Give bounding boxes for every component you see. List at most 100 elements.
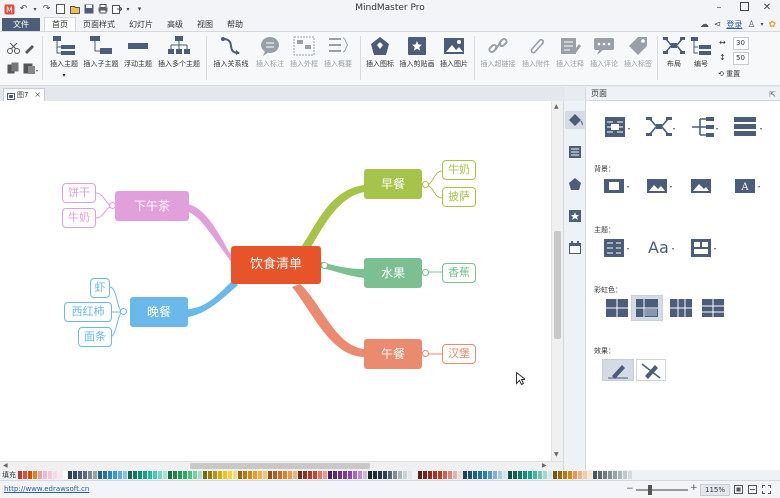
close-icon[interactable]: ✕ xyxy=(760,2,774,14)
afternoon-tea-collapse-icon[interactable] xyxy=(109,202,116,209)
color-swatch[interactable] xyxy=(448,471,452,479)
zoom-slider[interactable] xyxy=(636,485,688,495)
color-swatch[interactable] xyxy=(73,471,77,479)
copy-button[interactable] xyxy=(6,62,20,77)
scroll-up-icon[interactable]: ▲ xyxy=(554,103,559,110)
topic-dinner[interactable]: 晚餐 xyxy=(130,297,188,327)
color-swatch[interactable] xyxy=(533,471,537,479)
color-swatch[interactable] xyxy=(408,471,412,479)
mindmap-canvas[interactable]: 饮食清单 早餐 水果 午餐 下午茶 晚餐 牛奶 披萨 香蕉 汉堡 饼干 牛奶 虾… xyxy=(0,101,551,461)
color-swatch[interactable] xyxy=(78,471,82,479)
subtopic-shrimp[interactable]: 虾 xyxy=(90,278,110,298)
outline-tab[interactable] xyxy=(568,145,582,159)
color-swatch[interactable] xyxy=(198,471,202,479)
color-swatch[interactable] xyxy=(478,471,482,479)
color-swatch[interactable] xyxy=(18,471,22,479)
menu-home[interactable]: 首页 xyxy=(44,17,76,31)
color-swatch[interactable] xyxy=(488,471,492,479)
color-swatch[interactable] xyxy=(313,471,317,479)
background-option-4[interactable]: A xyxy=(734,177,764,197)
clipart-tab[interactable] xyxy=(568,209,582,223)
color-swatch[interactable] xyxy=(223,471,227,479)
color-swatch[interactable] xyxy=(373,471,377,479)
undo-dropdown-icon[interactable]: ▾ xyxy=(32,4,38,15)
color-swatch[interactable] xyxy=(323,471,327,479)
close-tab-icon[interactable]: × xyxy=(34,89,41,101)
layout-option-4[interactable] xyxy=(734,115,766,141)
color-swatch[interactable] xyxy=(338,471,342,479)
color-swatch[interactable] xyxy=(318,471,322,479)
color-swatch[interactable] xyxy=(278,471,282,479)
paste-button[interactable] xyxy=(22,62,40,77)
color-swatch[interactable] xyxy=(253,471,257,479)
subtopic-noodles[interactable]: 面条 xyxy=(78,327,112,347)
color-swatch[interactable] xyxy=(353,471,357,479)
color-swatch[interactable] xyxy=(173,471,177,479)
floating-topic-button[interactable]: 浮动主题 xyxy=(122,36,154,69)
layout-option-2[interactable] xyxy=(646,115,676,141)
insert-note-button[interactable]: 插入注释 xyxy=(554,36,586,69)
color-swatch[interactable] xyxy=(203,471,207,479)
color-swatch[interactable] xyxy=(243,471,247,479)
insert-image-button[interactable]: 插入图片 xyxy=(438,36,470,69)
color-swatch[interactable] xyxy=(598,471,602,479)
color-swatch[interactable] xyxy=(168,471,172,479)
background-option-2[interactable] xyxy=(646,177,676,197)
color-swatch[interactable] xyxy=(508,471,512,479)
rainbow-option-1[interactable] xyxy=(603,297,631,321)
shirt-icon[interactable]: ♙ xyxy=(747,20,755,30)
effect-option-2[interactable] xyxy=(636,359,666,383)
theme-option-1[interactable] xyxy=(603,238,633,260)
layout-option-3[interactable] xyxy=(690,115,720,141)
color-swatch[interactable] xyxy=(63,471,67,479)
scroll-down-icon[interactable]: ▼ xyxy=(554,451,559,458)
color-swatch[interactable] xyxy=(258,471,262,479)
root-topic[interactable]: 饮食清单 xyxy=(231,246,321,284)
topic-breakfast[interactable]: 早餐 xyxy=(364,169,422,199)
color-swatch[interactable] xyxy=(428,471,432,479)
fruit-collapse-icon[interactable] xyxy=(422,269,429,276)
breakfast-collapse-icon[interactable] xyxy=(422,181,429,188)
minimize-icon[interactable]: – xyxy=(712,2,726,14)
color-swatch[interactable] xyxy=(433,471,437,479)
root-collapse-icon[interactable] xyxy=(321,262,328,269)
scroll-right-icon[interactable]: ▶ xyxy=(542,462,547,469)
dinner-collapse-icon[interactable] xyxy=(120,308,127,315)
spacing-spinbox-2[interactable]: 50 xyxy=(733,52,749,65)
insert-topic-dropdown-icon[interactable]: ▾ xyxy=(48,72,80,79)
format-painter-button[interactable] xyxy=(22,42,36,57)
color-swatch[interactable] xyxy=(268,471,272,479)
color-swatch[interactable] xyxy=(123,471,127,479)
background-option-1[interactable] xyxy=(603,177,633,197)
color-swatch[interactable] xyxy=(393,471,397,479)
export-dropdown-icon[interactable]: ▾ xyxy=(125,4,131,15)
subtopic-milk-tea[interactable]: 牛奶 xyxy=(62,208,96,228)
color-swatch[interactable] xyxy=(93,471,97,479)
website-link[interactable]: http://www.edrawsoft.cn xyxy=(4,485,89,493)
color-swatch[interactable] xyxy=(413,471,417,479)
color-swatch[interactable] xyxy=(238,471,242,479)
panel-pin-icon[interactable]: ⇱ xyxy=(769,88,776,102)
horizontal-scroll-thumb[interactable] xyxy=(190,463,370,469)
color-swatch[interactable] xyxy=(33,471,37,479)
color-swatch[interactable] xyxy=(618,471,622,479)
color-swatch[interactable] xyxy=(563,471,567,479)
color-swatch[interactable] xyxy=(233,471,237,479)
color-swatch[interactable] xyxy=(158,471,162,479)
color-swatch[interactable] xyxy=(348,471,352,479)
color-swatch[interactable] xyxy=(308,471,312,479)
menu-help[interactable]: 帮助 xyxy=(220,18,250,31)
color-swatch[interactable] xyxy=(543,471,547,479)
color-swatch[interactable] xyxy=(623,471,627,479)
document-tab[interactable]: 图7 × xyxy=(3,88,45,101)
color-swatch[interactable] xyxy=(263,471,267,479)
color-swatch[interactable] xyxy=(538,471,542,479)
color-swatch[interactable] xyxy=(483,471,487,479)
color-swatch[interactable] xyxy=(518,471,522,479)
theme-font-option[interactable]: Aa xyxy=(646,236,676,260)
open-file-icon[interactable] xyxy=(69,4,80,15)
topic-afternoon-tea[interactable]: 下午茶 xyxy=(115,191,189,221)
theme-color-option[interactable] xyxy=(690,238,720,260)
color-swatch[interactable] xyxy=(273,471,277,479)
page-format-tab[interactable] xyxy=(565,111,585,129)
